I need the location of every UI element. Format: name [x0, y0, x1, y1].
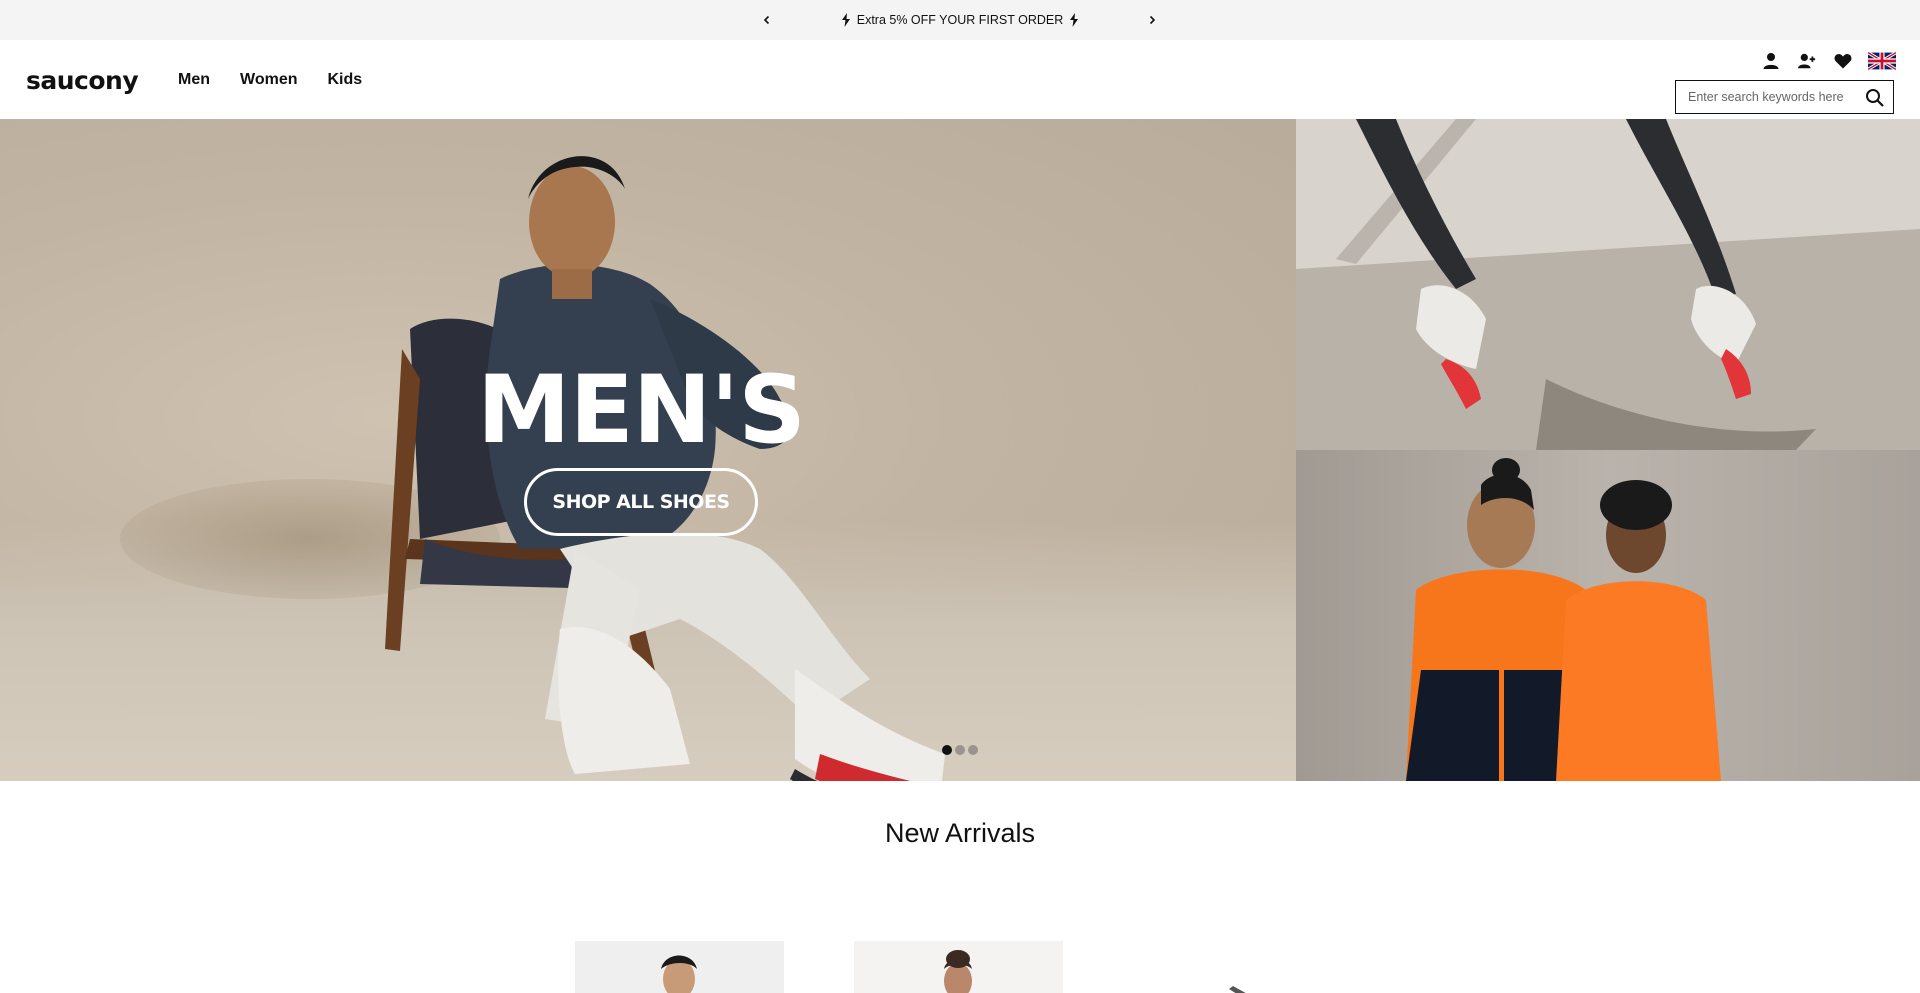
product-image [1229, 986, 1246, 993]
promo-text: Extra 5% OFF YOUR FIRST ORDER [856, 13, 1064, 27]
runner-legs-image [1296, 119, 1920, 450]
product-card[interactable] [1133, 941, 1342, 993]
lightning-icon [841, 13, 850, 27]
hero-headline: MEN'S [477, 356, 806, 465]
carousel-dot[interactable] [955, 745, 965, 755]
carousel-dot[interactable] [968, 745, 978, 755]
product-carousel [575, 941, 1621, 993]
saucony-logo[interactable]: saucony [26, 64, 139, 96]
chevron-left-icon [763, 15, 770, 25]
chevron-right-icon [1149, 15, 1156, 25]
carousel-dot[interactable] [942, 745, 952, 755]
product-image [1412, 941, 1621, 993]
product-card[interactable] [854, 941, 1063, 993]
site-header: saucony Men Women Kids [0, 40, 1920, 119]
nav-kids[interactable]: Kids [327, 68, 362, 92]
wishlist-icon[interactable] [1832, 50, 1854, 72]
product-image [661, 955, 697, 993]
register-icon[interactable] [1796, 50, 1818, 72]
promo-prev-button[interactable] [755, 8, 779, 32]
uk-flag-icon[interactable] [1868, 52, 1896, 70]
promo-next-button[interactable] [1140, 8, 1164, 32]
search-input[interactable] [1676, 82, 1856, 112]
nav-women[interactable]: Women [240, 68, 297, 92]
account-icon[interactable] [1760, 50, 1782, 72]
promo-bar: Extra 5% OFF YOUR FIRST ORDER [0, 0, 1920, 40]
search-box [1675, 80, 1894, 114]
new-arrivals-title: New Arrivals [884, 818, 1036, 848]
main-nav: Men Women Kids [178, 68, 362, 92]
hero-banner: MEN'S SHOP ALL SHOES [0, 119, 1920, 781]
nav-men[interactable]: Men [178, 68, 210, 92]
hero-main-slide[interactable]: MEN'S SHOP ALL SHOES [0, 119, 1296, 781]
promo-message[interactable]: Extra 5% OFF YOUR FIRST ORDER [840, 0, 1080, 40]
product-image [944, 950, 972, 993]
utility-icons [1760, 50, 1896, 72]
search-icon[interactable] [1865, 88, 1885, 108]
hero-running-image[interactable] [1296, 119, 1920, 450]
apparel-models-image [1406, 458, 1721, 781]
lightning-icon [1070, 13, 1079, 27]
hero-apparel-image[interactable] [1296, 450, 1920, 781]
product-card[interactable] [1412, 941, 1621, 993]
shop-all-shoes-button[interactable]: SHOP ALL SHOES [524, 468, 758, 536]
product-card[interactable] [575, 941, 784, 993]
carousel-dots [942, 745, 978, 755]
logo-text: saucony [26, 65, 139, 95]
